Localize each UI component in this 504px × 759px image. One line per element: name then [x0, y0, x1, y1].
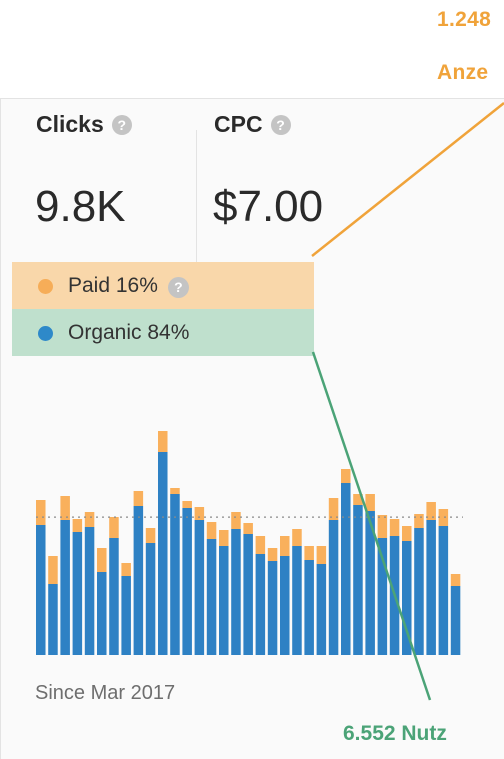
- bar-paid: [341, 469, 351, 483]
- bar-organic: [426, 520, 436, 655]
- bar-organic: [170, 494, 180, 655]
- bar-organic: [72, 532, 83, 655]
- bar-organic: [158, 452, 168, 655]
- bar-organic: [36, 525, 46, 655]
- bar-paid: [231, 512, 241, 529]
- bar-paid: [402, 526, 412, 541]
- bar-organic: [267, 561, 278, 655]
- bar-paid: [255, 536, 266, 554]
- bar-organic: [97, 572, 107, 655]
- bar-organic: [182, 508, 192, 655]
- bar-organic: [243, 534, 253, 655]
- bar-paid: [377, 515, 388, 538]
- bar-paid: [170, 488, 180, 494]
- bar-organic: [145, 543, 156, 655]
- bar-paid: [304, 546, 314, 560]
- bar-paid: [280, 536, 290, 556]
- bar-paid: [438, 509, 449, 526]
- bar-organic: [231, 529, 241, 655]
- bar-organic: [206, 539, 217, 655]
- bar-organic: [133, 506, 144, 655]
- bar-paid: [133, 491, 144, 506]
- stacked-bar-chart: [36, 102, 504, 701]
- bar-paid: [48, 556, 58, 584]
- bar-organic: [341, 483, 351, 655]
- bar-paid: [109, 517, 119, 538]
- bar-paid: [121, 563, 131, 576]
- bar-paid: [158, 431, 168, 452]
- annotation-pointer-orange: [311, 102, 504, 257]
- annotation-bottom: 6.552 Nutz: [343, 722, 447, 745]
- bar-organic: [60, 520, 70, 655]
- bar-organic: [219, 546, 229, 655]
- bar-paid: [414, 514, 424, 528]
- bar-organic: [450, 586, 461, 655]
- bar-organic: [84, 527, 95, 655]
- bar-paid: [84, 512, 95, 527]
- root: 1.248 Anze Clicks? 9.8K CPC? $7.00 Paid …: [0, 0, 504, 759]
- bar-paid: [267, 548, 278, 561]
- footer-since: Since Mar 2017: [35, 682, 176, 704]
- bar-organic: [121, 576, 131, 655]
- bar-paid: [145, 528, 156, 543]
- bar-paid: [316, 546, 327, 564]
- bar-paid: [450, 574, 461, 586]
- bar-paid: [219, 530, 229, 546]
- bar-paid: [182, 501, 192, 508]
- bar-organic: [109, 538, 119, 655]
- bar-paid: [243, 523, 253, 534]
- bar-paid: [60, 496, 70, 520]
- bar-paid: [36, 500, 46, 525]
- bar-paid: [194, 507, 205, 520]
- bar-paid: [206, 522, 217, 539]
- bar-organic: [255, 554, 266, 655]
- bar-organic: [438, 526, 449, 655]
- bar-organic: [316, 564, 327, 655]
- bar-organic: [292, 546, 302, 655]
- bar-organic: [280, 556, 290, 655]
- bar-organic: [304, 560, 314, 655]
- bar-paid: [292, 529, 302, 546]
- bar-organic: [194, 520, 205, 655]
- bar-paid: [72, 519, 83, 532]
- bar-paid: [97, 548, 107, 572]
- bar-organic: [353, 505, 363, 655]
- bar-organic: [328, 520, 339, 655]
- bar-organic: [414, 528, 424, 655]
- bar-organic: [48, 584, 58, 655]
- bar-paid: [389, 519, 400, 536]
